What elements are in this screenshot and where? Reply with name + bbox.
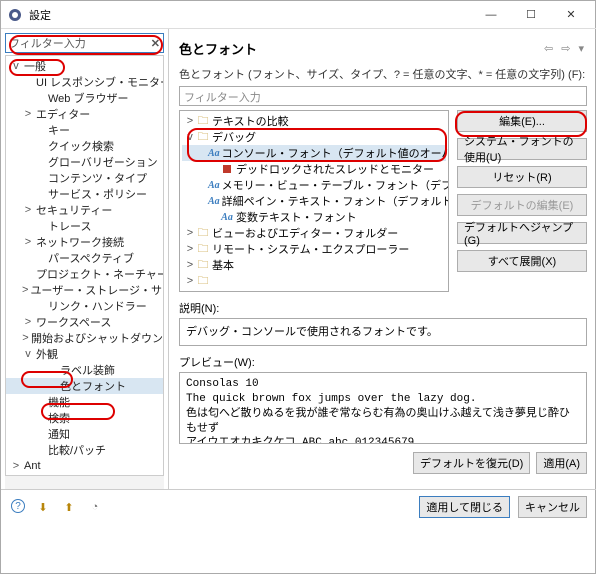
maximize-button[interactable]: ☐ — [511, 3, 551, 27]
font-icon: Aa — [208, 148, 220, 159]
tree-item[interactable]: 通知 — [6, 426, 163, 442]
color-icon — [220, 165, 234, 173]
use-system-font-button[interactable]: システム・フォントの使用(U) — [457, 138, 587, 160]
expand-all-button[interactable]: すべて展開(X) — [457, 250, 587, 272]
dropdown-icon[interactable]: ▾ — [575, 42, 587, 55]
tree-item[interactable]: UI レスポンシブ・モニター — [6, 74, 163, 90]
sidebar-scrollbar[interactable] — [5, 475, 164, 489]
tree-item[interactable]: >エディター — [6, 106, 163, 122]
tree-item[interactable]: キー — [6, 122, 163, 138]
section-description: 色とフォント (フォント、サイズ、タイプ、? = 任意の文字、* = 任意の文字… — [179, 66, 587, 82]
font-tree-item[interactable]: デッドロックされたスレッドとモニター — [182, 161, 446, 177]
preview-text: Consolas 10 The quick brown fox jumps ov… — [179, 372, 587, 444]
edit-default-button: デフォルトの編集(E) — [457, 194, 587, 216]
folder-icon: 🗀 — [196, 272, 210, 291]
font-tree-item[interactable]: Aa変数テキスト・フォント — [182, 209, 446, 225]
oomph-icon[interactable]: ◔ — [87, 499, 103, 515]
tree-item[interactable]: サービス・ポリシー — [6, 186, 163, 202]
titlebar: 設定 — ☐ ✕ — [1, 1, 596, 29]
edit-button[interactable]: 編集(E)... — [457, 110, 587, 132]
tree-item[interactable]: パースペクティブ — [6, 250, 163, 266]
tree-item[interactable]: 比較/パッチ — [6, 442, 163, 458]
tree-item[interactable]: クイック検索 — [6, 138, 163, 154]
font-tree-item[interactable]: Aaメモリー・ビュー・テーブル・フォント（デフォルト値の — [182, 177, 446, 193]
left-sidebar: ✕ v一般UI レスポンシブ・モニターWeb ブラウザー>エディターキークイック… — [1, 29, 169, 489]
tree-item[interactable]: 色とフォント — [6, 378, 163, 394]
page-title: 色とフォント — [179, 39, 257, 58]
help-icon[interactable]: ? — [11, 499, 25, 513]
history-nav: ⇦ ⇨ ▾ — [541, 42, 587, 55]
restore-defaults-button[interactable]: デフォルトを復元(D) — [413, 452, 530, 474]
right-pane: 色とフォント ⇦ ⇨ ▾ 色とフォント (フォント、サイズ、タイプ、? = 任意… — [169, 29, 596, 489]
sidebar-filter-input[interactable] — [9, 37, 151, 49]
app-icon — [7, 7, 23, 23]
tree-item[interactable]: v外観 — [6, 346, 163, 362]
goto-default-button[interactable]: デフォルトへジャンプ(G) — [457, 222, 587, 244]
font-tree-item[interactable]: Aa詳細ペイン・テキスト・フォント（デフォルト値の使 — [182, 193, 446, 209]
apply-close-button[interactable]: 適用して閉じる — [419, 496, 510, 518]
font-tree-item[interactable]: >🗀テキストの比較 — [182, 113, 446, 129]
font-tree-item[interactable]: v🗀デバッグ — [182, 129, 446, 145]
tree-item[interactable]: >セキュリティー — [6, 202, 163, 218]
font-filter-input[interactable]: フィルター入力 — [179, 86, 587, 106]
clear-filter-icon[interactable]: ✕ — [151, 37, 160, 50]
font-tree-item[interactable]: Aaコンソール・フォント（デフォルト値のオーバーライド — [182, 145, 446, 161]
forward-icon[interactable]: ⇨ — [558, 42, 573, 55]
export-icon[interactable]: ⬆ — [61, 499, 77, 515]
tree-item[interactable]: v一般 — [6, 58, 163, 74]
folder-icon: 🗀 — [196, 128, 210, 147]
import-icon[interactable]: ⬇ — [35, 499, 51, 515]
window-title: 設定 — [29, 7, 471, 23]
tree-item[interactable]: プロジェクト・ネーチャー — [6, 266, 163, 282]
tree-item[interactable]: >ネットワーク接続 — [6, 234, 163, 250]
font-icon: Aa — [208, 180, 220, 191]
tree-item[interactable]: グローバリゼーション — [6, 154, 163, 170]
close-button[interactable]: ✕ — [551, 3, 591, 27]
cancel-button[interactable]: キャンセル — [518, 496, 587, 518]
tree-item[interactable]: >Ant — [6, 458, 163, 474]
font-tree-item[interactable]: >🗀リモート・システム・エクスプローラー — [182, 241, 446, 257]
explain-text: デバッグ・コンソールで使用されるフォントです。 — [179, 318, 587, 346]
sidebar-filter[interactable]: ✕ — [5, 33, 164, 53]
tree-item[interactable]: >ユーザー・ストレージ・サービス — [6, 282, 163, 298]
tree-item[interactable]: >開始およびシャットダウン — [6, 330, 163, 346]
apply-button[interactable]: 適用(A) — [536, 452, 587, 474]
reset-button[interactable]: リセット(R) — [457, 166, 587, 188]
tree-item[interactable]: コンテンツ・タイプ — [6, 170, 163, 186]
back-icon[interactable]: ⇦ — [541, 42, 556, 55]
tree-item[interactable]: リンク・ハンドラー — [6, 298, 163, 314]
tree-item[interactable]: 機能 — [6, 394, 163, 410]
explain-label: 説明(N): — [179, 300, 587, 316]
tree-item[interactable]: トレース — [6, 218, 163, 234]
font-tree[interactable]: >🗀テキストの比較v🗀デバッグAaコンソール・フォント（デフォルト値のオーバーラ… — [179, 110, 449, 292]
tree-item[interactable]: >ワークスペース — [6, 314, 163, 330]
font-icon: Aa — [220, 212, 234, 223]
font-tree-item[interactable]: >🗀 — [182, 273, 446, 289]
preferences-tree[interactable]: v一般UI レスポンシブ・モニターWeb ブラウザー>エディターキークイック検索… — [5, 55, 164, 477]
tree-item[interactable]: ラベル装飾 — [6, 362, 163, 378]
tree-item[interactable]: 検索 — [6, 410, 163, 426]
minimize-button[interactable]: — — [471, 3, 511, 27]
bottom-bar: ? ⬇ ⬆ ◔ 適用して閉じる キャンセル — [1, 489, 596, 524]
font-tree-item[interactable]: >🗀ビューおよびエディター・フォルダー — [182, 225, 446, 241]
preview-label: プレビュー(W): — [179, 354, 587, 370]
tree-item[interactable]: Web ブラウザー — [6, 90, 163, 106]
font-icon: Aa — [208, 196, 220, 207]
font-tree-item[interactable]: >🗀基本 — [182, 257, 446, 273]
